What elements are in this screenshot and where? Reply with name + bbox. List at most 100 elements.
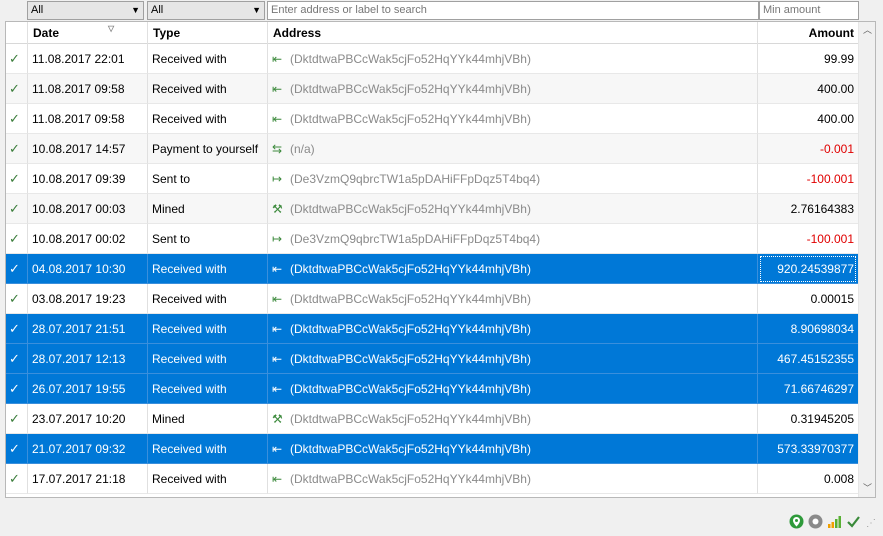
amount-cell: -100.001 [758, 164, 858, 194]
type-cell: Payment to yourself [148, 134, 268, 164]
amount-column-header[interactable]: Amount [758, 22, 858, 44]
date-cell: 10.08.2017 00:02 [28, 224, 148, 254]
table-row[interactable]: ✓ 17.07.2017 21:18 Received with ⇤ (DktdtwaP… [6, 464, 858, 494]
status-cell: ✓ [6, 254, 28, 284]
receive-arrow-icon: ⇤ [272, 472, 283, 486]
table-row[interactable]: ✓ 11.08.2017 09:58 Received with ⇤ (DktdtwaP… [6, 74, 858, 104]
date-cell: 28.07.2017 21:51 [28, 314, 148, 344]
status-bar: ⋰ [0, 506, 883, 536]
transaction-table: ▽ Date Type Address Amount ✓ 11.08.2017 2… [5, 21, 876, 498]
address-cell: ⇤ (DktdtwaPBCcWak5cjFo52HqYYk44mhjVBh) [268, 344, 758, 374]
address-cell: ↦ (De3VzmQ9qbrcTW1a5pDAHiFFpDqz5T4bq4) [268, 164, 758, 194]
confirmed-check-icon: ✓ [9, 81, 20, 96]
receive-arrow-icon: ⇤ [272, 352, 283, 366]
amount-cell: 2.76164383 [758, 194, 858, 224]
amount-cell: 99.99 [758, 44, 858, 74]
table-row[interactable]: ✓ 03.08.2017 19:23 Received with ⇤ (DktdtwaP… [6, 284, 858, 314]
scroll-down-icon[interactable]: ﹀ [859, 480, 875, 497]
table-row[interactable]: ✓ 28.07.2017 21:51 Received with ⇤ (DktdtwaP… [6, 314, 858, 344]
status-cell: ✓ [6, 74, 28, 104]
status-cell: ✓ [6, 284, 28, 314]
confirmed-check-icon: ✓ [9, 51, 20, 66]
table-row[interactable]: ✓ 26.07.2017 19:55 Received with ⇤ (DktdtwaP… [6, 374, 858, 404]
confirmed-check-icon: ✓ [9, 171, 20, 186]
table-row[interactable]: ✓ 11.08.2017 22:01 Received with ⇤ (DktdtwaP… [6, 44, 858, 74]
type-cell: Received with [148, 344, 268, 374]
date-cell: 28.07.2017 12:13 [28, 344, 148, 374]
table-row[interactable]: ✓ 28.07.2017 12:13 Received with ⇤ (DktdtwaP… [6, 344, 858, 374]
status-column-header[interactable] [6, 22, 28, 44]
address-cell: ⚒ (DktdtwaPBCcWak5cjFo52HqYYk44mhjVBh) [268, 404, 758, 434]
table-row[interactable]: ✓ 23.07.2017 10:20 Mined ⚒ (DktdtwaPBCcWak5c… [6, 404, 858, 434]
type-filter-select[interactable]: All ▼ [147, 1, 265, 20]
address-cell: ⇤ (DktdtwaPBCcWak5cjFo52HqYYk44mhjVBh) [268, 254, 758, 284]
min-amount-input[interactable]: Min amount [759, 1, 859, 20]
date-filter-select[interactable]: All ▼ [27, 1, 144, 20]
address-column-header[interactable]: Address [268, 22, 758, 44]
tor-icon[interactable] [808, 514, 823, 529]
date-cell: 21.07.2017 09:32 [28, 434, 148, 464]
chevron-down-icon: ▼ [131, 5, 140, 15]
address-search-input[interactable]: Enter address or label to search [267, 1, 759, 20]
amount-cell: 920.24539877 [758, 254, 858, 284]
type-cell: Mined [148, 194, 268, 224]
synced-check-icon[interactable] [846, 514, 861, 529]
table-row[interactable]: ✓ 11.08.2017 09:58 Received with ⇤ (DktdtwaP… [6, 104, 858, 134]
confirmed-check-icon: ✓ [9, 231, 20, 246]
network-icon[interactable] [789, 514, 804, 529]
amount-cell: 71.66746297 [758, 374, 858, 404]
connection-signal-icon[interactable] [827, 514, 842, 529]
confirmed-check-icon: ✓ [9, 111, 20, 126]
table-row[interactable]: ✓ 10.08.2017 00:03 Mined ⚒ (DktdtwaPBCcWak5c… [6, 194, 858, 224]
date-cell: 17.07.2017 21:18 [28, 464, 148, 494]
chevron-down-icon: ▼ [252, 5, 261, 15]
status-cell: ✓ [6, 314, 28, 344]
amount-cell: -0.001 [758, 134, 858, 164]
amount-cell: 8.90698034 [758, 314, 858, 344]
status-cell: ✓ [6, 374, 28, 404]
status-cell: ✓ [6, 344, 28, 374]
confirmed-check-icon: ✓ [9, 381, 20, 396]
table-row[interactable]: ✓ 10.08.2017 14:57 Payment to yourself ⇆ (n/… [6, 134, 858, 164]
address-cell: ⇤ (DktdtwaPBCcWak5cjFo52HqYYk44mhjVBh) [268, 374, 758, 404]
receive-arrow-icon: ⇤ [272, 322, 283, 336]
confirmed-check-icon: ✓ [9, 411, 20, 426]
self-transfer-icon: ⇆ [272, 142, 283, 156]
date-column-header[interactable]: ▽ Date [28, 22, 148, 44]
type-cell: Received with [148, 104, 268, 134]
table-row[interactable]: ✓ 04.08.2017 10:30 Received with ⇤ (DktdtwaP… [6, 254, 858, 284]
type-cell: Mined [148, 404, 268, 434]
status-cell: ✓ [6, 434, 28, 464]
type-column-header[interactable]: Type [148, 22, 268, 44]
date-filter-value: All [31, 4, 44, 16]
address-text: (DktdtwaPBCcWak5cjFo52HqYYk44mhjVBh) [290, 442, 531, 456]
receive-arrow-icon: ⇤ [272, 262, 283, 276]
address-text: (DktdtwaPBCcWak5cjFo52HqYYk44mhjVBh) [290, 202, 531, 216]
date-cell: 23.07.2017 10:20 [28, 404, 148, 434]
receive-arrow-icon: ⇤ [272, 382, 283, 396]
confirmed-check-icon: ✓ [9, 141, 20, 156]
address-text: (DktdtwaPBCcWak5cjFo52HqYYk44mhjVBh) [290, 382, 531, 396]
address-cell: ⇤ (DktdtwaPBCcWak5cjFo52HqYYk44mhjVBh) [268, 464, 758, 494]
type-cell: Received with [148, 464, 268, 494]
type-cell: Received with [148, 434, 268, 464]
filter-bar: All ▼ All ▼ Enter address or label to se… [0, 0, 883, 21]
table-row[interactable]: ✓ 10.08.2017 00:02 Sent to ↦ (De3VzmQ9qbrcTW… [6, 224, 858, 254]
date-cell: 10.08.2017 00:03 [28, 194, 148, 224]
type-cell: Received with [148, 254, 268, 284]
scroll-up-icon[interactable]: ︿ [859, 22, 875, 39]
mined-tool-icon: ⚒ [272, 412, 283, 426]
type-cell: Received with [148, 314, 268, 344]
table-row[interactable]: ✓ 21.07.2017 09:32 Received with ⇤ (DktdtwaP… [6, 434, 858, 464]
table-row[interactable]: ✓ 10.08.2017 09:39 Sent to ↦ (De3VzmQ9qbrcTW… [6, 164, 858, 194]
date-cell: 11.08.2017 09:58 [28, 104, 148, 134]
confirmed-check-icon: ✓ [9, 201, 20, 216]
type-cell: Received with [148, 284, 268, 314]
vertical-scrollbar[interactable]: ︿ ﹀ [858, 22, 875, 497]
confirmed-check-icon: ✓ [9, 261, 20, 276]
receive-arrow-icon: ⇤ [272, 442, 283, 456]
address-text: (DktdtwaPBCcWak5cjFo52HqYYk44mhjVBh) [290, 322, 531, 336]
address-cell: ⇤ (DktdtwaPBCcWak5cjFo52HqYYk44mhjVBh) [268, 434, 758, 464]
mined-tool-icon: ⚒ [272, 202, 283, 216]
resize-grip-icon[interactable]: ⋰ [866, 518, 876, 529]
